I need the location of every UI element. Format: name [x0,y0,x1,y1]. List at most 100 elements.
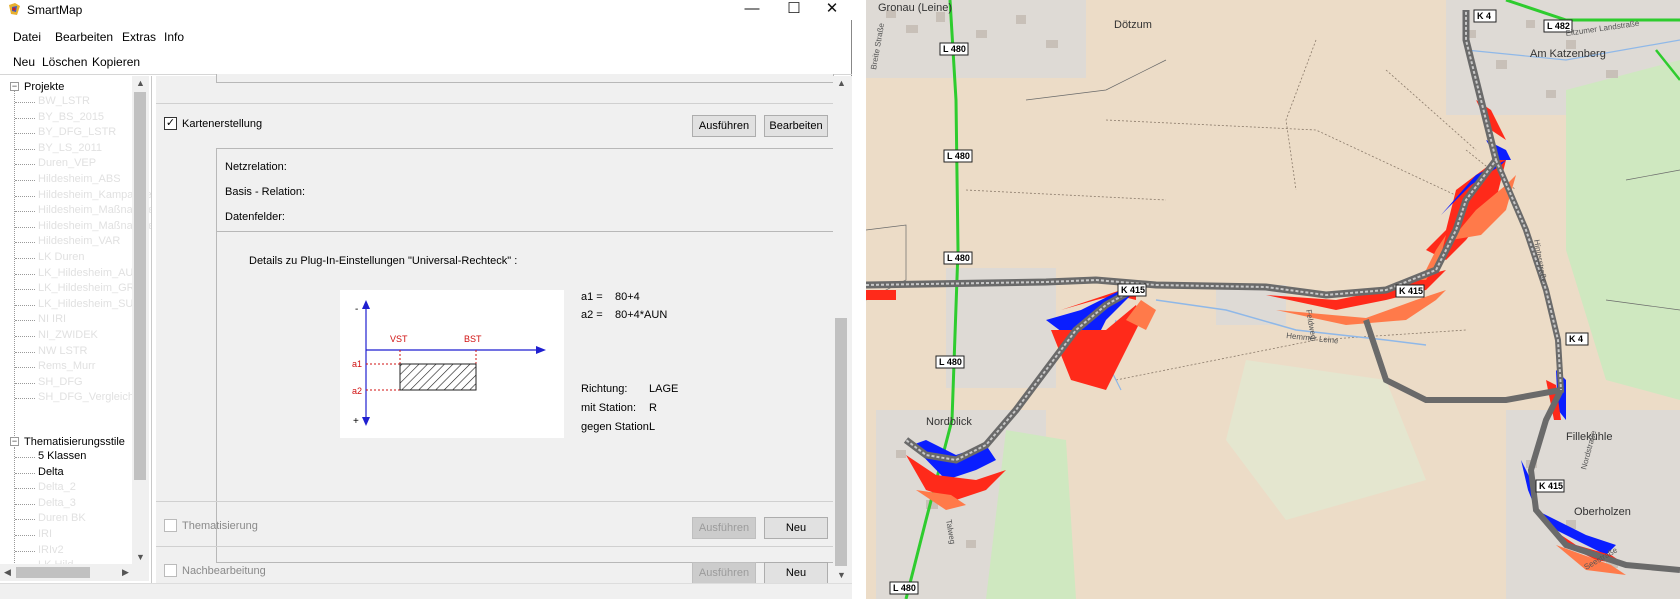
map-svg: L 480 L 480 L 480 L 480 L 480 L 482 K 4 … [866,0,1680,599]
map-view[interactable]: L 480 L 480 L 480 L 480 L 480 L 482 K 4 … [866,0,1680,599]
gegen-station-label: gegen Station: [581,421,652,433]
tree-item-project[interactable]: Rems_Murr [38,360,95,372]
tree-line [15,226,35,228]
scroll-up-icon[interactable]: ▲ [837,78,846,88]
menu-bearbeiten[interactable]: Bearbeiten [55,30,113,44]
tree-line [15,535,35,536]
copy-button[interactable]: Kopieren [92,55,140,69]
tree-item-project[interactable]: NW LSTR [38,345,88,357]
tree-line [14,447,15,567]
project-tree[interactable]: − Projekte BW_LSTR BY_BS_2015 BY_DFG_LSTR B… [0,76,152,583]
tree-item-style[interactable]: IRI [38,528,52,540]
tree-line [15,503,35,505]
tree-item-project[interactable]: LK_Hildesheim_SUB [38,298,141,310]
mit-station-value: R [649,402,657,414]
tree-line [15,195,35,197]
tree-item-project[interactable]: Hildesheim_VAR [38,235,120,247]
tree-item-project[interactable]: LK_Hildesheim_GRI [38,282,138,294]
kartenerstellung-label: Kartenerstellung [182,118,263,130]
kartenerstellung-edit-button[interactable]: Bearbeiten [764,115,828,137]
tree-item-project[interactable]: NI IRI [38,313,66,325]
tree-item-style[interactable]: Delta_3 [38,497,76,509]
tree-line [15,102,35,103]
menu-info[interactable]: Info [164,30,184,44]
place-gronau: Gronau (Leine) [878,2,952,14]
tree-item-style[interactable]: IRIv2 [38,544,64,556]
tree-line [15,519,35,521]
new-button[interactable]: Neu [13,55,35,69]
main-vertical-scrollbar[interactable]: ▲ ▼ [833,76,850,583]
basis-relation-label: Basis - Relation: [225,186,306,198]
a1-axis-label: a1 [352,359,362,369]
road-label-k4: K 4 [1477,11,1491,21]
minimize-button[interactable]: — [732,0,772,20]
menu-extras[interactable]: Extras [122,30,156,44]
tree-item-project[interactable]: LK_Hildesheim_AUN [38,267,141,279]
scroll-down-icon[interactable]: ▼ [136,552,145,562]
thematisierung-checkbox[interactable] [164,519,177,532]
nachbearbeitung-run-button[interactable]: Ausführen [692,562,756,584]
nachbearbeitung-label: Nachbearbeitung [182,565,266,577]
scroll-thumb[interactable] [16,567,90,578]
scroll-up-icon[interactable]: ▲ [136,78,145,88]
menu-datei[interactable]: Datei [13,30,41,44]
richtung-label: Richtung: [581,383,628,395]
previous-group [216,74,834,83]
tree-line [15,304,35,306]
nachbearbeitung-checkbox[interactable] [164,564,177,577]
scroll-left-icon[interactable]: ◀ [4,567,11,578]
tree-horizontal-scrollbar[interactable]: ◀ ▶ [0,564,149,581]
tree-item-style[interactable]: Duren BK [38,512,86,524]
collapse-icon[interactable]: − [10,82,19,91]
scroll-thumb[interactable] [835,318,847,566]
place-doetzum: Dötzum [1114,19,1152,31]
tree-item-project[interactable]: Duren_VEP [38,157,96,169]
smartmap-window: SmartMap — ☐ ✕ Datei Bearbeiten Extras I… [0,0,852,599]
kartenerstellung-checkbox[interactable]: ✓ [164,117,177,130]
tree-line [15,242,35,244]
tree-item-style[interactable]: Delta_2 [38,481,76,493]
road-label-k415: K 415 [1539,481,1563,491]
hatched-rectangle [399,363,477,391]
road-label-k4: K 4 [1569,334,1583,344]
scroll-right-icon[interactable]: ▶ [122,567,129,578]
place-oberholzen: Oberholzen [1574,506,1631,518]
tree-line [15,336,35,337]
tree-item-project[interactable]: BW_LSTR [38,95,90,107]
nachbearbeitung-new-button[interactable]: Neu [764,562,828,584]
vst-label: VST [390,334,408,344]
tree-item-project[interactable]: NI_ZWIDEK [38,329,98,341]
tree-item-style[interactable]: Delta [38,466,64,478]
maximize-button[interactable]: ☐ [774,0,814,20]
tree-item-project[interactable]: LK Duren [38,251,84,263]
kartenerstellung-run-button[interactable]: Ausführen [692,115,756,137]
tree-item-project[interactable]: BY_LS_2011 [38,142,102,154]
tree-line [15,164,35,166]
tree-item-style[interactable]: 5 Klassen [38,450,86,462]
collapse-icon[interactable]: − [10,437,19,446]
thematisierung-new-button[interactable]: Neu [764,517,828,539]
tree-vertical-scrollbar[interactable]: ▲ ▼ [132,76,149,564]
tree-root-projects[interactable]: Projekte [24,81,64,93]
delete-button[interactable]: Löschen [42,55,87,69]
tree-item-project[interactable]: BY_BS_2015 [38,111,104,123]
road-label-l480: L 480 [947,151,970,161]
toolbar: Neu Löschen Kopieren [0,51,852,73]
tree-item-project[interactable]: SH_DFG [38,376,83,388]
thematisierung-run-button[interactable]: Ausführen [692,517,756,539]
group-divider [217,231,833,232]
tree-item-project[interactable]: SH_DFG_Vergleich [38,391,134,403]
title-bar: SmartMap — ☐ ✕ [0,0,852,20]
section-divider [156,546,833,547]
close-button[interactable]: ✕ [812,0,852,20]
scroll-thumb[interactable] [134,92,146,480]
scroll-down-icon[interactable]: ▼ [837,570,846,580]
a2-label: a2 = [581,309,603,321]
tree-line [15,351,35,353]
tree-item-project[interactable]: Hildesheim_ABS [38,173,121,185]
tree-line [15,180,35,181]
road-label-l480: L 480 [947,253,970,263]
tree-item-project[interactable]: BY_DFG_LSTR [38,126,116,138]
tree-root-styles[interactable]: Thematisierungsstile [24,436,125,448]
tree-line [15,457,35,458]
